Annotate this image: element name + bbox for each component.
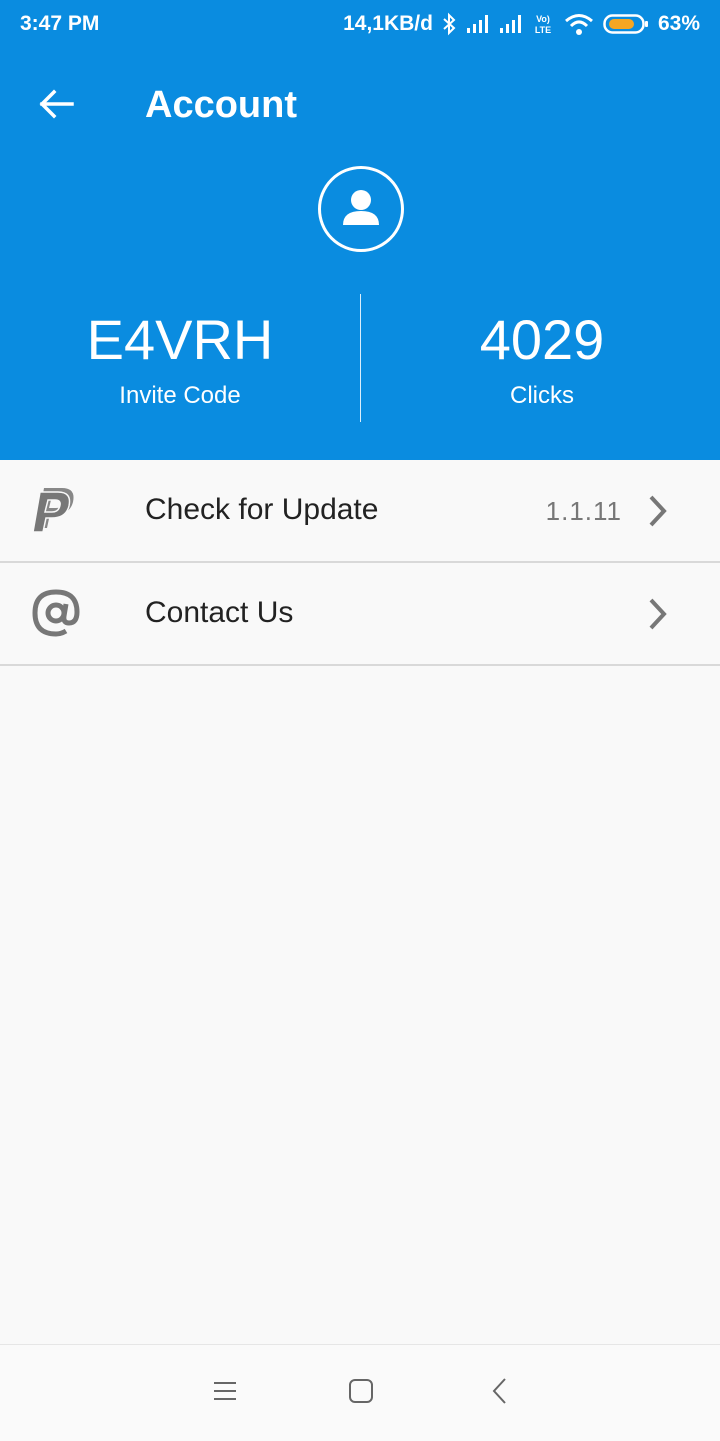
- status-icons: 14,1KB/d Vo) LTE 63%: [343, 12, 700, 36]
- battery-percent: 63%: [657, 12, 700, 35]
- status-bar: 3:47 PM 14,1KB/d Vo) LTE 63%: [0, 0, 720, 50]
- clicks-stat: 4029 Clicks: [362, 300, 720, 410]
- invite-code-value: E4VRH: [86, 308, 274, 371]
- chevron-right-icon: [648, 494, 668, 528]
- system-back-button[interactable]: [480, 1373, 520, 1413]
- clicks-value: 4029: [479, 308, 605, 371]
- status-time: 3:47 PM: [20, 12, 100, 35]
- check-for-update-label: Check for Update: [145, 493, 379, 526]
- account-header: 3:47 PM 14,1KB/d Vo) LTE 63% Account E4V…: [0, 0, 720, 460]
- home-button[interactable]: [341, 1373, 381, 1413]
- clicks-label: Clicks: [510, 382, 574, 409]
- volte-top-text: Vo): [536, 14, 550, 24]
- arrow-left-icon: [38, 88, 74, 125]
- menu-icon: [212, 1380, 238, 1407]
- paypal-icon: [28, 484, 84, 536]
- bluetooth-icon: [442, 12, 456, 36]
- version-number: 1.1.11: [545, 496, 622, 526]
- toolbar: Account: [0, 60, 720, 152]
- system-nav-bar: [0, 1344, 720, 1441]
- home-icon: [348, 1378, 374, 1409]
- battery-icon: [603, 13, 649, 35]
- settings-menu: Check for Update 1.1.11 Contact Us: [0, 460, 720, 666]
- volte-icon: Vo) LTE: [531, 12, 555, 36]
- chevron-right-icon: [648, 597, 668, 631]
- network-speed: 14,1KB/d: [343, 12, 433, 35]
- signal-icon: [465, 14, 489, 34]
- at-sign-icon: [28, 587, 84, 639]
- invite-code-label: Invite Code: [119, 382, 241, 409]
- recent-apps-button[interactable]: [205, 1373, 245, 1413]
- volte-bottom-text: LTE: [535, 25, 551, 35]
- back-icon: [491, 1377, 509, 1410]
- avatar[interactable]: [318, 166, 404, 252]
- page-title: Account: [145, 84, 297, 126]
- signal-icon: [498, 14, 522, 34]
- check-for-update-row[interactable]: Check for Update 1.1.11: [0, 460, 720, 563]
- contact-us-row[interactable]: Contact Us: [0, 563, 720, 666]
- user-icon: [339, 185, 383, 234]
- invite-code-stat: E4VRH Invite Code: [0, 300, 360, 410]
- stat-divider: [360, 294, 361, 422]
- back-button[interactable]: [30, 82, 82, 130]
- contact-us-label: Contact Us: [145, 596, 294, 629]
- wifi-icon: [564, 13, 594, 35]
